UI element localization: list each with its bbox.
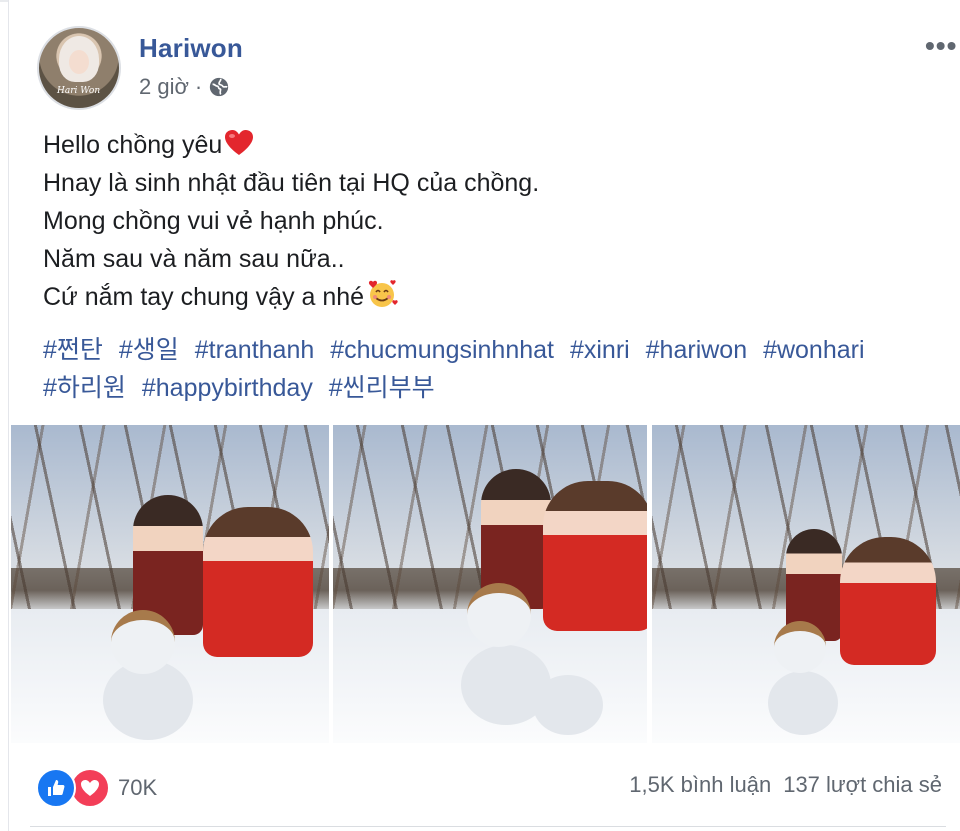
post-line-2: Hnay là sinh nhật đầu tiên tại HQ của ch… — [43, 169, 540, 197]
post-time[interactable]: 2 giờ — [139, 74, 189, 100]
photo-snowman-head — [467, 583, 531, 647]
post-line-5-text: Cứ nắm tay chung vậy a nhé — [43, 283, 365, 311]
smiling-face-with-hearts-icon — [369, 280, 398, 307]
shares-count-link[interactable]: 137 lượt chia sẻ — [783, 772, 942, 798]
hashtags: #쩐탄 #생일 #tranthanh #chucmungsinhnhat #xi… — [43, 331, 953, 407]
more-options-icon[interactable]: ••• — [925, 30, 957, 62]
post-line-1-text: Hello chồng yêu — [43, 131, 223, 159]
photo-person — [543, 481, 647, 631]
reactions-summary[interactable]: 70K — [36, 768, 157, 808]
avatar-signature: Hari Won — [57, 86, 101, 96]
post-line-3: Mong chồng vui vẻ hạnh phúc. — [43, 207, 384, 235]
hashtag-link[interactable]: #wonhari — [763, 336, 864, 364]
author-avatar[interactable]: Hari Won — [37, 26, 121, 110]
love-reaction-icon — [70, 768, 110, 808]
post-meta: 2 giờ · — [139, 74, 230, 100]
post-line-1: Hello chồng yêu — [43, 126, 943, 164]
photo-snowman — [768, 671, 838, 735]
author-name[interactable]: Hariwon — [139, 33, 243, 64]
engagement-stats: 1,5K bình luận 137 lượt chia sẻ — [629, 772, 942, 798]
comments-count-link[interactable]: 1,5K bình luận — [629, 772, 771, 798]
photo-snowman-small — [533, 675, 603, 735]
red-heart-icon — [225, 130, 254, 155]
hashtag-link[interactable]: #happybirthday — [142, 374, 313, 402]
hashtag-link[interactable]: #xinri — [570, 336, 630, 364]
photo-person — [203, 507, 313, 657]
post-photo-1[interactable] — [11, 425, 329, 743]
avatar-face — [69, 50, 89, 74]
reaction-count: 70K — [118, 775, 158, 800]
photo-snowman-head — [774, 621, 826, 673]
hashtag-link[interactable]: #chucmungsinhnhat — [330, 336, 554, 364]
post-line-5: Cứ nắm tay chung vậy a nhé — [43, 278, 943, 316]
hashtag-link[interactable]: #하리원 — [43, 374, 126, 402]
hashtag-link[interactable]: #hariwon — [646, 336, 747, 364]
photo-person — [840, 537, 936, 665]
post-text: Hello chồng yêu Hnay là sinh nhật đầu ti… — [43, 126, 943, 316]
post-card: Hari Won Hariwon 2 giờ · ••• Hello chồng… — [8, 0, 960, 831]
hashtag-link[interactable]: #씬리부부 — [329, 374, 435, 402]
globe-icon[interactable] — [208, 76, 230, 98]
meta-separator: · — [194, 74, 203, 99]
post-line-4: Năm sau và năm sau nữa.. — [43, 245, 345, 273]
post-photo-2[interactable] — [333, 425, 647, 743]
post-photo-3[interactable] — [652, 425, 960, 743]
hashtag-link[interactable]: #쩐탄 — [43, 336, 103, 364]
footer-divider — [30, 826, 946, 827]
hashtag-link[interactable]: #생일 — [119, 336, 179, 364]
like-reaction-icon — [36, 768, 76, 808]
hashtag-link[interactable]: #tranthanh — [195, 336, 315, 364]
photo-snowman-head — [111, 610, 175, 674]
